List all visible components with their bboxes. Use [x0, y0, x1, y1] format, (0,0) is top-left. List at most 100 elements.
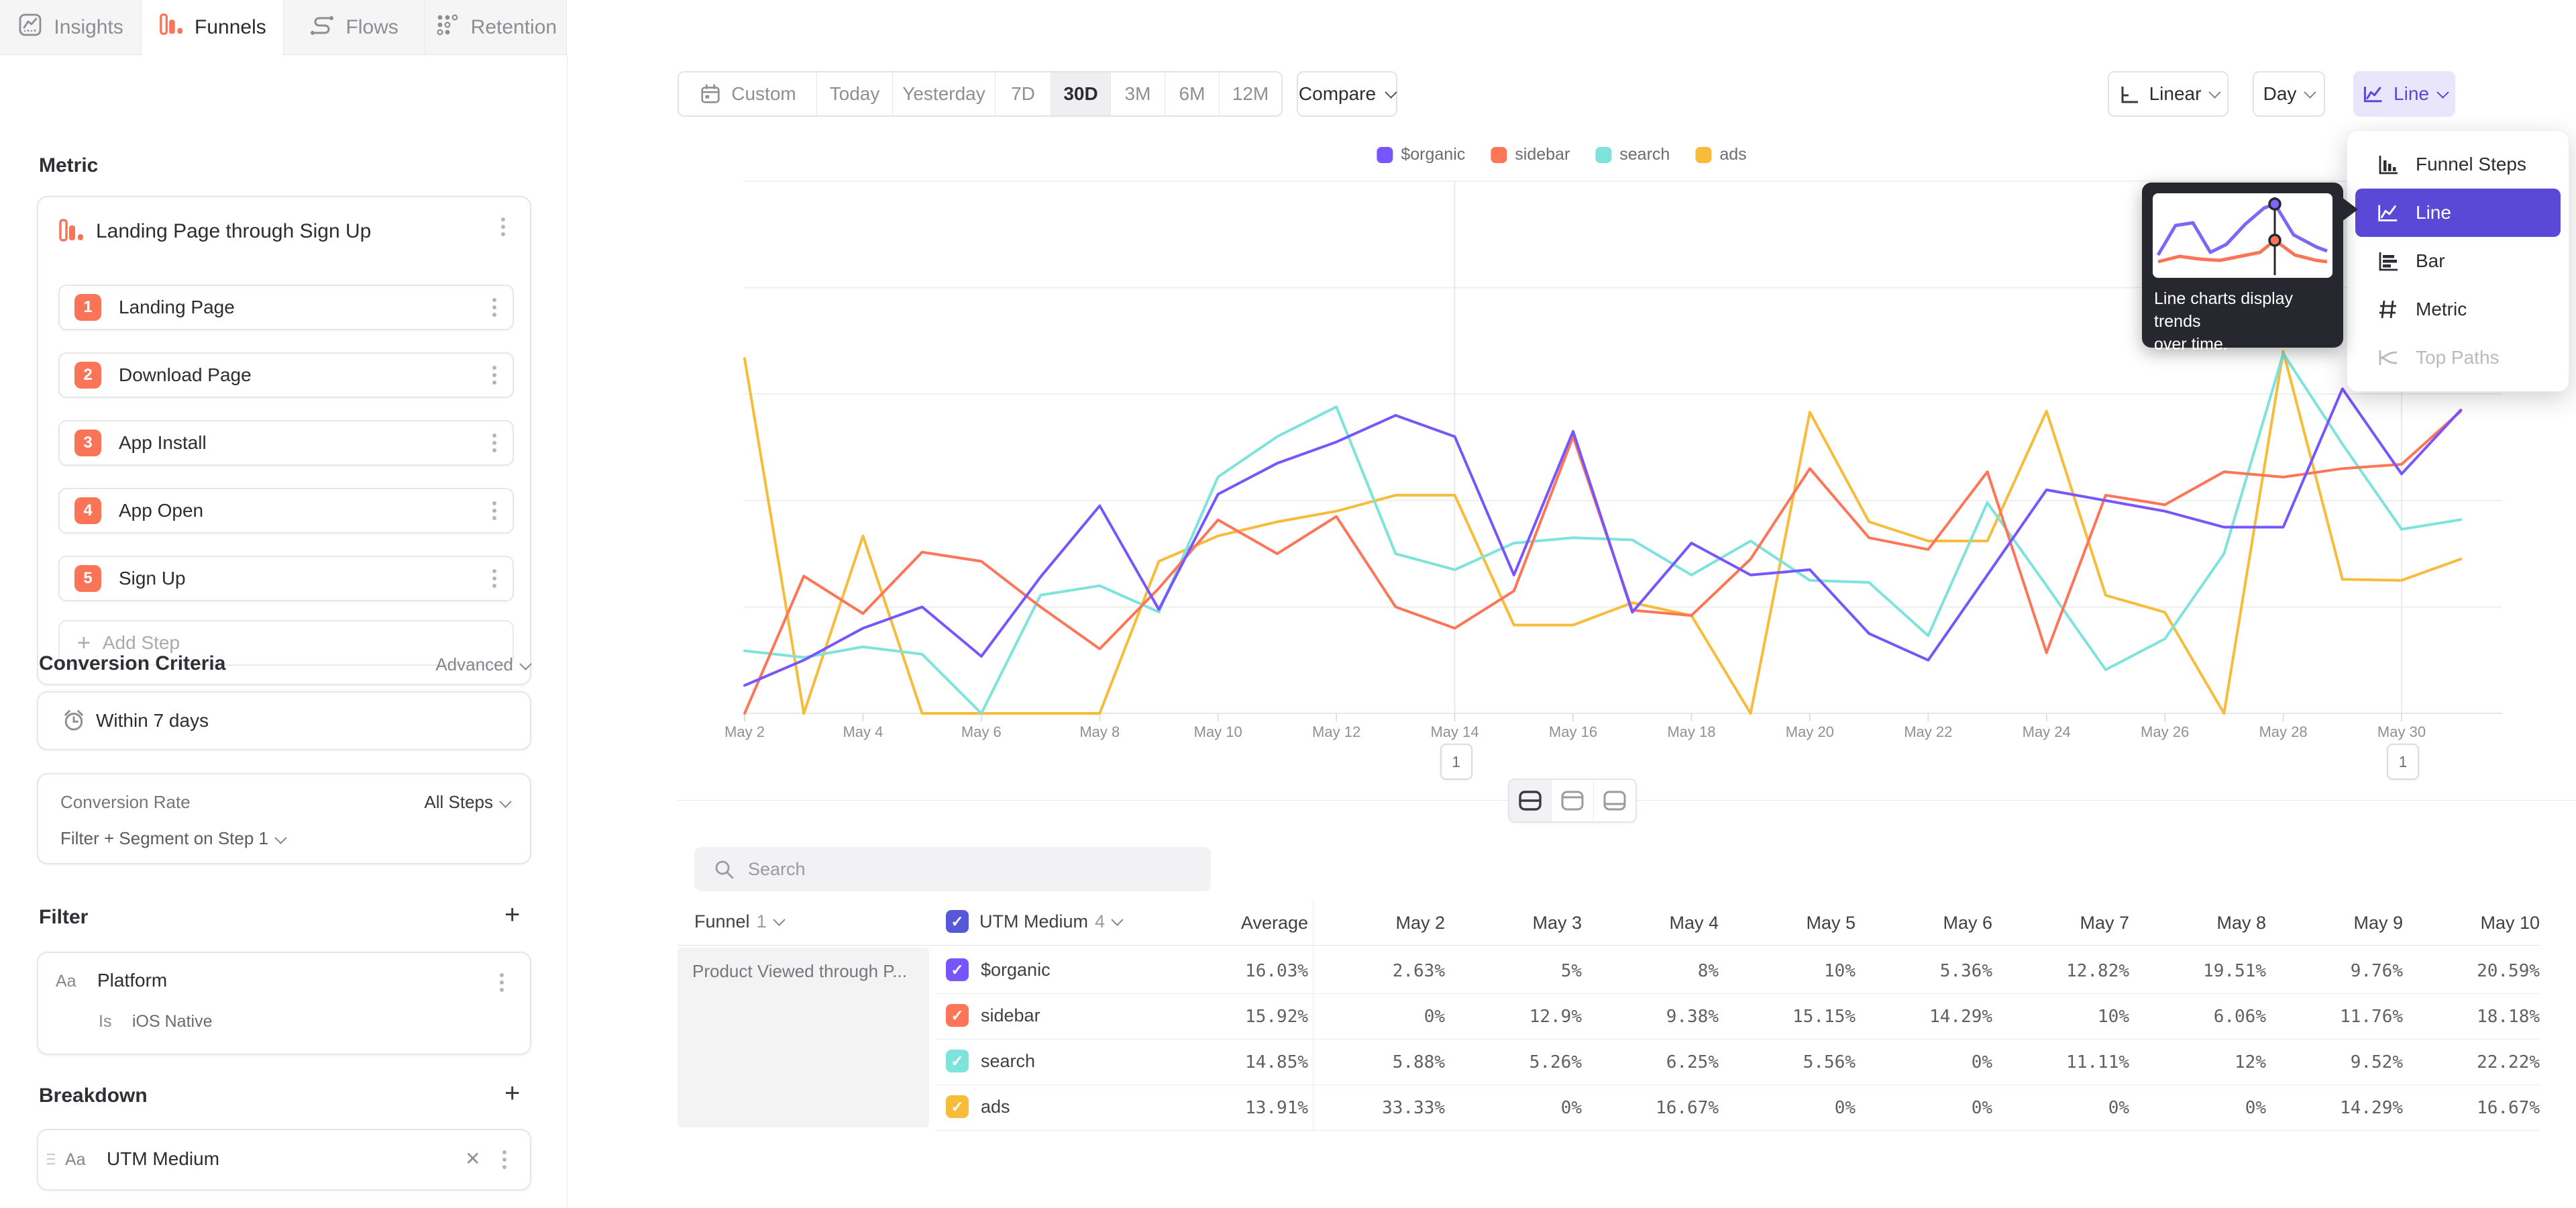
step-label: Landing Page [119, 297, 486, 318]
granularity-dropdown[interactable]: Day [2253, 71, 2325, 117]
data-value: 14.29% [2275, 1098, 2403, 1118]
data-value: 5.88% [1318, 1052, 1445, 1072]
metric-icon [2374, 297, 2401, 321]
funnel-step-row[interactable]: 3App Install [58, 420, 514, 466]
date-range-yesterday[interactable]: Yesterday [893, 72, 996, 115]
menu-item-label: Line [2416, 202, 2451, 223]
funnel-step-row[interactable]: 4App Open [58, 488, 514, 534]
series-checkbox[interactable]: ✓ [946, 1095, 969, 1118]
filter-operator[interactable]: Is [99, 1012, 111, 1031]
date-range-30d[interactable]: 30D [1051, 72, 1111, 115]
date-range-6m[interactable]: 6M [1165, 72, 1220, 115]
legend-item[interactable]: $organic [1377, 145, 1465, 164]
search-icon [713, 858, 735, 880]
report-tab-bar: InsightsFunnels Flows Retention [0, 0, 567, 55]
add-filter-button[interactable]: + [504, 905, 520, 925]
data-value: 0% [1865, 1052, 1992, 1072]
chart-type-dropdown[interactable]: Line [2353, 71, 2455, 117]
data-value: 19.51% [2139, 961, 2266, 981]
compare-button[interactable]: Compare [1297, 71, 1397, 117]
table-bottom-divider [936, 1130, 2540, 1131]
annotation-badge[interactable]: 1 [2387, 744, 2419, 780]
legend-item[interactable]: ads [1695, 145, 1746, 164]
tab-insights[interactable]: Insights [0, 0, 142, 55]
table-row-sidebar[interactable]: ✓ sidebar [946, 1004, 1040, 1027]
add-breakdown-button[interactable]: + [504, 1083, 520, 1103]
series-checkbox[interactable]: ✓ [946, 1050, 969, 1072]
menu-item-metric[interactable]: Metric [2355, 285, 2561, 334]
line-chart-icon [2374, 201, 2401, 225]
step-kebab-menu[interactable] [486, 495, 503, 527]
date-range-7d[interactable]: 7D [996, 72, 1051, 115]
table-row-organic[interactable]: ✓$organic [946, 958, 1051, 981]
table-row-ads[interactable]: ✓ads [946, 1095, 1010, 1118]
remove-breakdown-icon[interactable]: ✕ [465, 1148, 480, 1170]
data-value: 12.9% [1454, 1007, 1582, 1027]
funnel-step-row[interactable]: 1Landing Page [58, 285, 514, 330]
legend-label: $organic [1401, 145, 1465, 164]
retention-icon [435, 12, 460, 43]
layout-table-only-button[interactable] [1594, 780, 1635, 821]
date-range-label: Custom [731, 83, 796, 105]
data-value: 0% [1865, 1098, 1992, 1118]
chevron-down-icon [274, 832, 286, 844]
menu-item-line[interactable]: Line [2355, 189, 2561, 237]
tab-funnels[interactable]: Funnels [142, 0, 283, 55]
menu-item-funnel-steps[interactable]: Funnel Steps [2355, 140, 2561, 189]
funnel-step-row[interactable]: 5Sign Up [58, 556, 514, 601]
series-checkbox[interactable]: ✓ [946, 958, 969, 981]
breakdown-column-header[interactable]: ✓UTM Medium4 [946, 910, 1122, 933]
layout-split-view-button[interactable] [1509, 780, 1552, 821]
all-steps-dropdown[interactable]: All Steps [424, 792, 510, 813]
date-range-custom[interactable]: Custom [679, 72, 817, 115]
date-range-12m[interactable]: 12M [1220, 72, 1281, 115]
breakdown-kebab-menu[interactable] [496, 1144, 513, 1176]
x-axis-label: May 8 [1079, 723, 1120, 741]
legend-item[interactable]: search [1595, 145, 1670, 164]
scale-dropdown[interactable]: Linear [2108, 71, 2229, 117]
filter-property-label[interactable]: Platform [97, 970, 167, 991]
advanced-dropdown[interactable]: Advanced [402, 654, 530, 675]
data-value: 8% [1591, 961, 1719, 981]
funnel-step-row[interactable]: 2Download Page [58, 352, 514, 398]
series-search[interactable] [745, 354, 2461, 713]
calendar-icon [699, 83, 722, 105]
conversion-window-card[interactable]: Within 7 days [37, 691, 531, 750]
legend-item[interactable]: sidebar [1491, 145, 1570, 164]
x-axis-label: May 22 [1904, 723, 1952, 741]
search-input[interactable] [747, 858, 1152, 880]
string-type-badge: Aa [56, 972, 76, 991]
step-kebab-menu[interactable] [486, 427, 503, 459]
date-range-today[interactable]: Today [817, 72, 893, 115]
funnel-column-header[interactable]: Funnel1 [694, 911, 784, 932]
tab-flows[interactable]: Flows [284, 0, 425, 55]
x-axis-label: May 12 [1312, 723, 1360, 741]
series-sidebar[interactable] [745, 411, 2461, 713]
series-checkbox[interactable]: ✓ [946, 1004, 969, 1027]
annotation-badge[interactable]: 1 [1440, 744, 1472, 780]
funnels-icon [158, 12, 184, 43]
breakdown-property-label[interactable]: UTM Medium [107, 1148, 219, 1170]
table-row-search[interactable]: ✓search [946, 1050, 1035, 1072]
tab-label: Flows [345, 16, 398, 39]
step-kebab-menu[interactable] [486, 562, 503, 595]
step-kebab-menu[interactable] [486, 291, 503, 323]
date-range-3m[interactable]: 3M [1111, 72, 1165, 115]
conversion-rate-label: Conversion Rate [60, 792, 191, 813]
metric-kebab-menu[interactable] [494, 211, 512, 243]
series-organic[interactable] [745, 389, 2461, 685]
series-ads[interactable] [745, 352, 2461, 713]
select-all-checkbox[interactable]: ✓ [946, 910, 969, 933]
menu-item-bar[interactable]: Bar [2355, 237, 2561, 285]
drag-handle-icon[interactable] [45, 1150, 57, 1171]
series-name: sidebar [981, 1005, 1040, 1026]
filter-segment-dropdown[interactable]: Filter + Segment on Step 1 [60, 828, 285, 849]
data-value: 14.29% [1865, 1007, 1992, 1027]
column-header-may-4: May 4 [1591, 913, 1719, 934]
menu-item-top-paths: Top Paths [2355, 334, 2561, 382]
filter-kebab-menu[interactable] [493, 966, 511, 999]
tab-retention[interactable]: Retention [425, 0, 567, 55]
step-kebab-menu[interactable] [486, 359, 503, 391]
layout-chart-only-button[interactable] [1552, 780, 1594, 821]
filter-value[interactable]: iOS Native [132, 1012, 212, 1031]
